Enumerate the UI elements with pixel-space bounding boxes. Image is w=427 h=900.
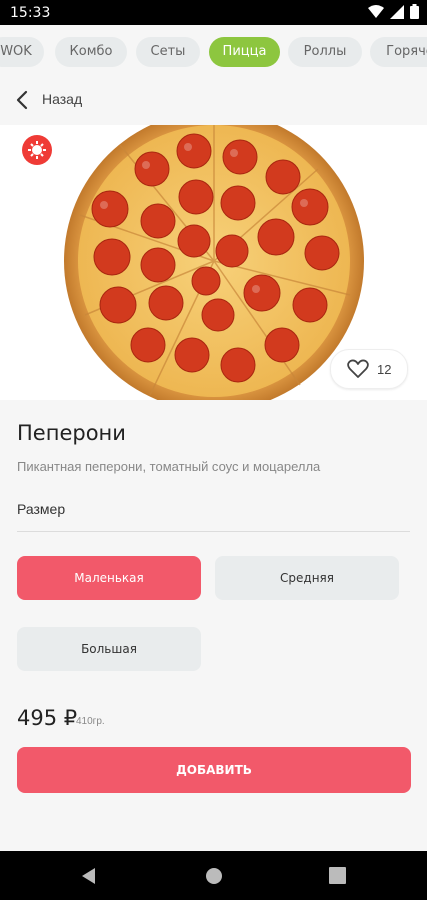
status-icons [368, 4, 419, 19]
tab-sets[interactable]: Сеты [136, 37, 200, 67]
signal-icon [390, 4, 404, 19]
add-to-cart-button[interactable]: ДОБАВИТЬ [17, 747, 411, 793]
chevron-left-icon[interactable] [12, 89, 34, 111]
status-bar: 15:33 [0, 0, 427, 25]
tab-wok[interactable]: WOK [0, 37, 44, 67]
product-description: Пикантная пеперони, томатный соус и моца… [17, 459, 321, 474]
like-count: 12 [377, 362, 392, 377]
product-weight: 410гр. [76, 716, 105, 727]
wifi-icon [368, 4, 384, 18]
navigation-bar [0, 851, 427, 900]
product-price: 495 ₽ [17, 706, 78, 730]
back-nav-icon[interactable] [80, 867, 98, 885]
header: Назад [0, 79, 427, 125]
battery-icon [410, 4, 419, 19]
tab-combo[interactable]: Комбо [55, 37, 127, 67]
spicy-badge-icon [22, 135, 52, 165]
tab-pizza[interactable]: Пицца [209, 37, 280, 67]
like-button[interactable]: 12 [330, 349, 408, 389]
divider [17, 531, 410, 532]
tab-hot[interactable]: Горяче [370, 37, 427, 67]
size-medium-button[interactable]: Средняя [215, 556, 399, 600]
category-tabs: WOK Комбо Сеты Пицца Роллы Горяче [0, 25, 427, 79]
size-small-button[interactable]: Маленькая [17, 556, 201, 600]
back-button[interactable]: Назад [42, 91, 82, 107]
tab-rolls[interactable]: Роллы [288, 37, 362, 67]
product-title: Пеперони [17, 421, 126, 445]
status-time: 15:33 [10, 5, 51, 21]
size-label: Размер [17, 501, 66, 517]
home-nav-icon[interactable] [205, 867, 223, 885]
recents-nav-icon[interactable] [329, 867, 346, 884]
heart-icon [347, 359, 369, 378]
size-large-button[interactable]: Большая [17, 627, 201, 671]
